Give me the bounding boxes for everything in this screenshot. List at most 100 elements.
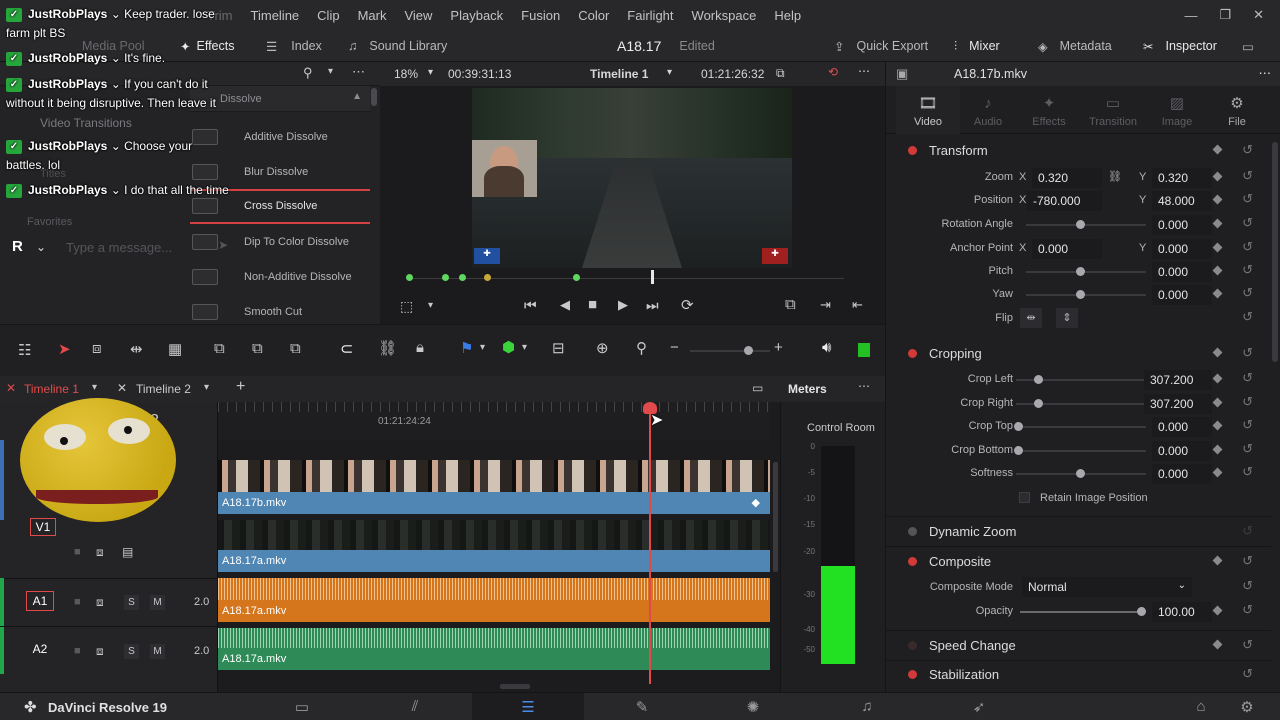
menu-playback[interactable]: Playback [441,8,512,23]
keyframe-icon[interactable] [1212,444,1223,455]
timeline-view-options-icon[interactable]: ☷ [18,341,31,359]
marker-yellow[interactable] [484,274,491,281]
zoom-in-icon[interactable]: + [774,339,783,356]
play-reverse-icon[interactable]: ◀ [560,297,570,313]
zoom-x-field[interactable]: 0.320 [1032,168,1102,188]
keyframe-icon[interactable] [1212,420,1223,431]
pitch-knob[interactable] [1076,267,1085,276]
lock-icon[interactable]: ■ [74,546,81,558]
reset-icon[interactable]: ↺ [1242,602,1253,618]
track-a2-label[interactable]: A2 [26,640,54,660]
reset-icon[interactable]: ↺ [1242,239,1253,255]
viewer-playhead[interactable] [651,270,654,284]
zoom-dropdown-icon[interactable]: ▾ [428,67,433,78]
dynamic-trim-icon[interactable]: ⇹ [130,340,143,358]
next-edit-icon[interactable]: ⇥ [820,297,831,313]
zoom-slider-knob[interactable] [744,346,753,355]
opacity-knob[interactable] [1137,607,1146,616]
softness-knob[interactable] [1076,469,1085,478]
viewer-zoom[interactable]: 18% [394,67,418,81]
keyframe-icon[interactable] [1212,265,1223,276]
keyframe-icon[interactable] [1212,397,1223,408]
transform-section[interactable]: Transform ↺ [886,136,1271,164]
effects-scrollbar[interactable] [371,88,377,106]
stop-icon[interactable]: ■ [588,296,597,313]
keyframe-icon[interactable] [1212,605,1223,616]
detail-zoom-icon[interactable]: ⊕ [596,339,609,357]
reset-icon[interactable]: ↺ [1242,553,1253,569]
lock-icon[interactable]: ■ [74,645,81,657]
close-tab-icon[interactable]: ✕ [6,381,16,395]
custom-zoom-icon[interactable]: ⚲ [636,339,647,357]
skip-forward-icon[interactable]: ⏭ [646,297,659,314]
reset-icon[interactable]: ↺ [1242,370,1253,386]
position-y-field[interactable]: 48.000 [1152,191,1212,211]
collapse-icon[interactable]: ▲ [352,91,362,102]
yaw-slider[interactable] [1026,294,1146,296]
fairlight-page-icon[interactable]: ♫ [852,698,882,715]
marker-green[interactable] [442,274,449,281]
flip-horizontal-icon[interactable]: ⇹ [1020,308,1042,328]
timeline-hscroll[interactable] [500,684,530,689]
chevron-down-icon[interactable]: ▾ [328,66,333,77]
blade-icon[interactable]: ▦ [168,340,182,358]
snapping-icon[interactable]: ⊂ [340,339,353,359]
tab-timeline-2[interactable]: Timeline 2 [136,382,191,396]
keyframe-icon[interactable]: ◆ [752,496,760,509]
more-options-icon[interactable]: ⋯ [352,64,365,80]
reset-icon[interactable]: ↺ [1242,578,1253,594]
position-lock-icon[interactable]: 🔒︎ [416,339,424,356]
settings-gear-icon[interactable]: ⚙ [1232,698,1262,716]
quick-export-button[interactable]: ⇪ Quick Export [834,30,928,62]
selection-pointer-icon[interactable]: ➤ [58,340,71,358]
overwrite-clip-icon[interactable]: ⧉ [252,340,263,357]
disable-video-icon[interactable]: ▤ [122,545,133,559]
cut-page-icon[interactable]: ⫽ [400,698,430,715]
loop-icon[interactable]: ⟳ [681,296,694,314]
index-button[interactable]: ☰ Index [266,30,322,62]
skip-back-icon[interactable]: ⏮ [524,297,537,314]
marker-green[interactable] [406,274,413,281]
keyframe-icon[interactable] [1212,218,1223,229]
flip-vertical-icon[interactable]: ⇕ [1056,308,1078,328]
speed-change-section[interactable]: Speed Change ↺ [886,631,1271,659]
viewer-options-icon[interactable]: ⧉ [776,66,785,81]
enable-toggle[interactable] [908,556,917,566]
sync-icon[interactable]: ⟲ [828,65,838,79]
zoom-slider[interactable] [690,350,770,352]
marker-green[interactable] [573,274,580,281]
link-icon[interactable]: ⛓ [1108,170,1122,183]
fusion-page-icon[interactable]: ✎ [627,698,657,716]
retain-position-checkbox[interactable] [1019,492,1030,503]
reset-icon[interactable]: ↺ [1242,142,1253,158]
composite-section[interactable]: Composite ↺ [886,547,1271,575]
linked-selection-icon[interactable]: ⛓ [378,339,397,357]
position-x-field[interactable]: -780.000 [1027,191,1102,211]
media-page-icon[interactable]: ▭ [287,698,317,716]
crop-top-slider[interactable] [1016,426,1146,428]
reset-icon[interactable]: ↺ [1242,523,1253,539]
clip-a2[interactable]: A18.17a.mkv [218,648,770,670]
trim-edit-icon[interactable]: ⧈ [92,340,102,357]
match-frame-icon[interactable]: ⧉ [785,296,796,313]
menu-help[interactable]: Help [765,8,810,23]
inspector-more-icon[interactable]: ⋯ [1259,65,1272,80]
color-page-icon[interactable]: ✺ [738,698,768,716]
viewer-scrubber[interactable] [380,268,885,288]
reset-icon[interactable]: ↺ [1242,345,1253,361]
tab-audio[interactable]: ♪ Audio [956,86,1020,134]
sound-library-button[interactable]: ♫ Sound Library [348,30,447,62]
clip-a1[interactable]: A18.17a.mkv [218,600,770,622]
tab-effects[interactable]: ✦ Effects [1017,86,1081,134]
enable-toggle[interactable] [908,640,917,650]
close-tab-icon[interactable]: ✕ [117,381,127,395]
tab-dropdown-icon[interactable]: ▾ [204,382,209,393]
keyframe-icon[interactable] [1212,194,1223,205]
crop-right-field[interactable]: 307.200 [1144,394,1212,414]
timeline-vscroll[interactable] [773,462,778,572]
crop-bottom-field[interactable]: 0.000 [1152,441,1212,461]
menu-fairlight[interactable]: Fairlight [618,8,682,23]
track-v1-label[interactable]: V1 [30,518,56,536]
tab-video[interactable]: 🎞︎ Video [896,86,960,134]
flag-icon[interactable]: ⚑ [460,339,473,357]
